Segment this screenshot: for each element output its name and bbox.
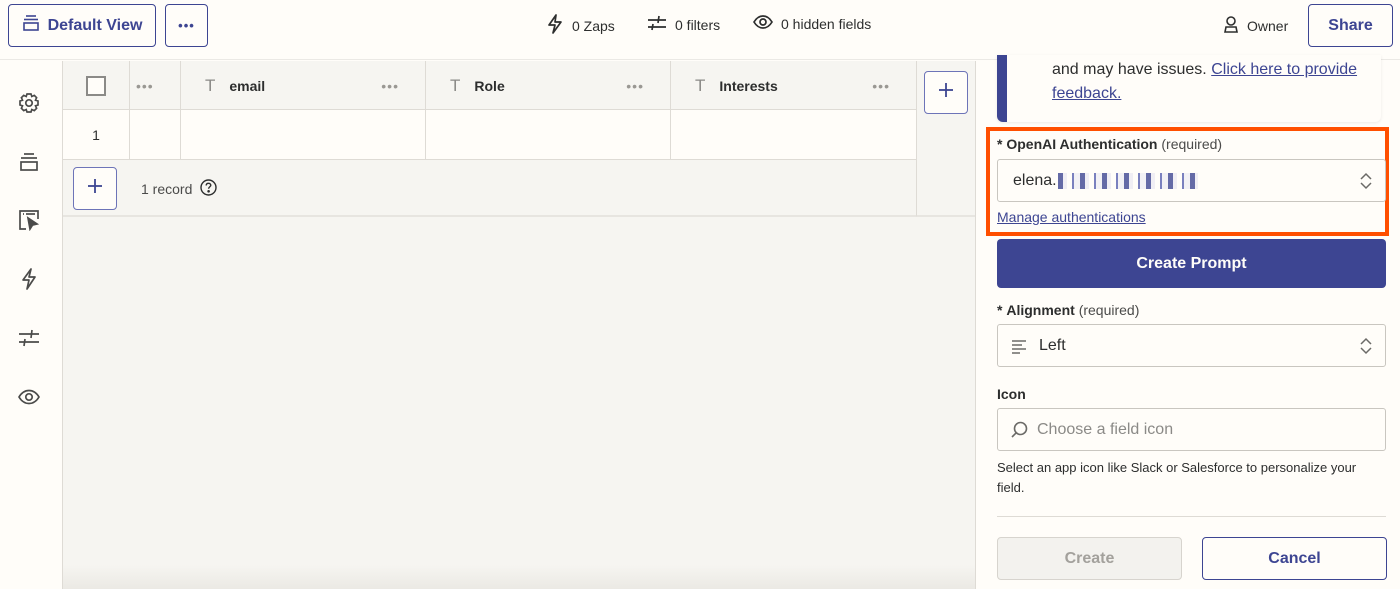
hidden-fields-count: 0 hidden fields	[781, 15, 872, 32]
table-area: ••• T email ••• T Role ••• T Interests •…	[63, 61, 975, 589]
text-type-icon: T	[450, 75, 461, 95]
icon-search-input[interactable]: Choose a field icon	[997, 408, 1386, 451]
top-bar: Default View ••• 0 Zaps 0 filters 0 hidd…	[0, 0, 1400, 60]
add-column-area	[917, 61, 975, 217]
table-row[interactable]: 1	[63, 110, 917, 160]
add-row-button[interactable]	[73, 167, 117, 210]
auth-label-text: OpenAI Authentication	[1006, 136, 1158, 152]
views-icon	[19, 152, 39, 177]
cell-role[interactable]	[426, 110, 671, 159]
manage-authentications-link[interactable]: Manage authentications	[997, 209, 1146, 225]
hidden-fields-stat[interactable]: 0 hidden fields	[753, 14, 871, 33]
more-options-button[interactable]: •••	[165, 4, 208, 47]
align-left-icon	[1011, 338, 1027, 354]
select-all-checkbox[interactable]	[86, 75, 106, 96]
beta-notice: and may have issues. Click here to provi…	[997, 55, 1381, 122]
user-icon	[1222, 15, 1240, 36]
auth-select[interactable]: elena.	[997, 159, 1386, 202]
icon-label: Icon	[997, 386, 1026, 402]
left-sidebar	[0, 61, 63, 589]
plus-icon	[87, 178, 103, 199]
alignment-select[interactable]: Left	[997, 324, 1386, 367]
chevron-up-down-icon	[1359, 336, 1373, 361]
chevron-up-down-icon	[1359, 171, 1373, 196]
column-name: email	[229, 77, 266, 94]
auth-value: elena.	[1013, 171, 1057, 189]
filters-stat[interactable]: 0 filters	[647, 14, 720, 35]
icon-placeholder: Choose a field icon	[1037, 420, 1174, 438]
add-column-button[interactable]	[924, 71, 968, 114]
row-index: 1	[63, 110, 130, 159]
share-button[interactable]: Share	[1308, 4, 1393, 47]
row-options-cell[interactable]	[130, 110, 181, 159]
sidebar-item-interfaces[interactable]	[17, 209, 41, 236]
create-button[interactable]: Create	[997, 537, 1182, 580]
filters-count: 0 filters	[675, 16, 721, 33]
filter-icon	[18, 328, 40, 353]
column-menu-icon[interactable]: •••	[626, 78, 644, 94]
icon-label-text: Icon	[997, 386, 1026, 402]
search-icon	[1010, 421, 1028, 439]
sidebar-item-filters[interactable]	[17, 328, 41, 352]
owner-indicator: Owner	[1222, 15, 1288, 36]
auth-label: * OpenAI Authentication (required)	[997, 136, 1223, 152]
field-settings-panel: and may have issues. Click here to provi…	[975, 55, 1400, 589]
zaps-count: 0 Zaps	[572, 17, 615, 34]
plus-icon	[938, 82, 954, 103]
column-header-email[interactable]: T email •••	[181, 61, 426, 110]
table-header: ••• T email ••• T Role ••• T Interests •…	[63, 61, 917, 110]
more-icon[interactable]: •••	[136, 78, 154, 94]
create-prompt-label: Create Prompt	[1136, 254, 1247, 272]
lightning-icon	[546, 14, 564, 37]
cancel-button[interactable]: Cancel	[1202, 537, 1387, 580]
required-marker: (required)	[1161, 136, 1223, 152]
column-header-interests[interactable]: T Interests •••	[671, 61, 917, 110]
views-icon	[22, 14, 40, 37]
column-header-role[interactable]: T Role •••	[426, 61, 671, 110]
text-type-icon: T	[695, 75, 706, 95]
sidebar-item-settings[interactable]	[17, 92, 41, 119]
select-all-cell	[63, 61, 130, 110]
more-icon: •••	[178, 18, 195, 33]
required-marker: (required)	[1078, 302, 1140, 318]
text-type-icon: T	[205, 75, 216, 95]
cancel-label: Cancel	[1268, 549, 1321, 567]
divider	[997, 516, 1386, 517]
create-label: Create	[1064, 549, 1115, 567]
record-count-label: 1 record	[141, 181, 193, 197]
row-options-cell: •••	[130, 61, 181, 110]
alignment-value: Left	[1039, 336, 1066, 354]
zaps-stat[interactable]: 0 Zaps	[546, 14, 615, 37]
create-prompt-button[interactable]: Create Prompt	[997, 239, 1386, 288]
share-label: Share	[1328, 16, 1373, 34]
eye-icon	[18, 389, 40, 410]
cell-email[interactable]	[181, 110, 426, 159]
eye-icon	[753, 14, 773, 33]
filter-icon	[647, 14, 667, 35]
sidebar-item-hidden-fields[interactable]	[17, 387, 41, 411]
sidebar-item-views[interactable]	[17, 152, 41, 176]
gear-icon	[18, 92, 40, 119]
column-menu-icon[interactable]: •••	[381, 78, 399, 94]
record-count: 1 record	[141, 179, 218, 199]
notice-text: and may have issues.	[1052, 61, 1207, 78]
column-name: Role	[474, 77, 505, 94]
alignment-label: * Alignment (required)	[997, 302, 1140, 318]
alignment-label-text: Alignment	[1006, 302, 1075, 318]
column-name: Interests	[719, 77, 778, 94]
lightning-icon	[20, 267, 38, 295]
default-view-button[interactable]: Default View	[8, 4, 156, 47]
help-icon[interactable]	[200, 179, 218, 199]
sidebar-item-zaps[interactable]	[17, 267, 41, 295]
cell-interests[interactable]	[671, 110, 917, 159]
interface-icon	[18, 209, 40, 236]
owner-label: Owner	[1247, 17, 1289, 34]
icon-help-text: Select an app icon like Slack or Salesfo…	[997, 460, 1357, 495]
column-menu-icon[interactable]: •••	[872, 78, 890, 94]
redacted-email	[1057, 172, 1198, 189]
table-footer: 1 record	[63, 160, 917, 217]
default-view-label: Default View	[47, 16, 143, 34]
bottom-shade	[63, 565, 975, 589]
